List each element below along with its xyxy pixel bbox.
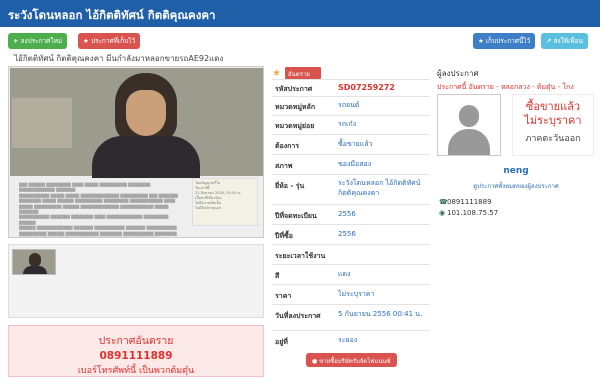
- listing-subtitle: ไอ้กิตติทัศน์ กิตติคุณคงคา มีนกำลังมาหลอ…: [14, 54, 224, 63]
- poster-ip-line: ◉ 101.108.75.57: [439, 209, 498, 217]
- poster-all-posts-link[interactable]: ดูประกาศทั้งหมดของผู้ลงประกาศ: [437, 181, 595, 191]
- poster-phone: 0891111889: [447, 198, 492, 206]
- status-box: ซื้อขายแล้ว ไม่ระบุราคา ภาคตะวันออก: [512, 94, 594, 156]
- poster-warning-links[interactable]: ประกาศนี้ อันตราย - หลอกลวง - ต้มตุ๋น - …: [437, 82, 574, 93]
- finance-contact-button[interactable]: ● ขายซื้อบริษัทรับจัดไฟแนนซ์: [306, 353, 397, 367]
- poster-section-title: ผู้ลงประกาศ: [437, 69, 479, 78]
- share-button[interactable]: ↗ ส่งให้เพื่อน: [541, 33, 588, 49]
- status-sold: ซื้อขายแล้ว: [525, 100, 581, 113]
- listing-main-photo[interactable]: ▒▒▒ ▒▒▒▒▒▒ ▒▒▒▒▒▒▒▒▒ ▒▒▒▒ ▒▒▒▒▒ ▒▒▒▒▒▒▒▒…: [8, 66, 264, 238]
- danger-warning-box: ประกาศอันตราย 0891111889 เบอร์โทรศัพท์นี…: [8, 325, 264, 377]
- newspaper-clipping-text: ▒▒▒ ▒▒▒▒▒▒ ▒▒▒▒▒▒▒▒▒ ▒▒▒▒ ▒▒▒▒▒ ▒▒▒▒▒▒▒▒…: [19, 183, 178, 236]
- clipping-sidebar: โดยปัญญาทวีไอ วันเสาร์ที่ 21 สิงหาคม 255…: [192, 178, 258, 226]
- star-icon: ★: [478, 37, 484, 45]
- detail-row-buy-year: ปีที่ซื้อ 2556: [272, 224, 430, 244]
- detail-row-reg-year: ปีที่จดทะเบียน 2556: [272, 204, 430, 224]
- save-post-button[interactable]: ★ เก็บประกาศนี้ไว้: [473, 33, 536, 49]
- star-icon: ★: [272, 68, 281, 79]
- poster-phone-line: ☎0891111889: [439, 198, 492, 206]
- detail-row-location: อยู่ที่ ระยอง: [272, 330, 430, 350]
- photo-thumbnail-strip: [8, 244, 264, 318]
- detail-row-main-category: หมวดหมู่หลัก รถยนต์: [272, 96, 430, 115]
- star-icon: ★: [83, 37, 89, 45]
- page-title: ระวังโดนหลอก ไอ้กิตติทัศน์ กิตติคุณคงคา: [8, 8, 216, 22]
- detail-row-color: สี แดง: [272, 264, 430, 284]
- sub-category-link[interactable]: รถเก๋ง: [338, 120, 430, 130]
- main-category-link[interactable]: รถยนต์: [338, 101, 430, 111]
- new-post-button[interactable]: + ลงประกาศใหม่: [8, 33, 68, 49]
- plus-icon: +: [13, 37, 19, 45]
- detail-row-condition: สภาพ ของมือสอง: [272, 154, 430, 174]
- listing-type-badge: อันตราย: [285, 67, 321, 79]
- saved-posts-button[interactable]: ★ ประกาศที่เก็บไว้: [78, 33, 141, 49]
- detail-row-brand-model: ยี่ห้อ - รุ่น ระวังโดนหลอก ไอ้กิตติทัศน์…: [272, 174, 430, 204]
- danger-note: เบอร์โทรศัพท์นี้ เป็นพวกต้มตุ๋น: [77, 366, 195, 376]
- photo-thumbnail[interactable]: [12, 249, 56, 275]
- share-icon: ↗: [546, 37, 552, 45]
- danger-phone: 0891111889: [99, 350, 173, 362]
- detail-row-usage-time: ระยะเวลาใช้งาน: [272, 244, 430, 264]
- detail-row-post-date: วันที่ลงประกาศ 5 กันยายน 2556 00:41 น.: [272, 304, 430, 330]
- page-title-bar: ระวังโดนหลอก ไอ้กิตติทัศน์ กิตติคุณคงคา: [0, 0, 600, 27]
- phone-icon: ☎: [439, 198, 448, 206]
- status-price: ไม่ระบุราคา: [524, 114, 582, 127]
- status-region: ภาคตะวันออก: [525, 134, 581, 144]
- detail-row-id: รหัสประกาศ SD07259272: [272, 79, 430, 96]
- avatar[interactable]: [437, 94, 501, 156]
- detail-row-price: ราคา ไม่ระบุราคา: [272, 284, 430, 304]
- detail-row-sub-category: หมวดหมู่ย่อย รถเก๋ง: [272, 115, 430, 134]
- detail-row-want: ต้องการ ซื้อขายแล้ว: [272, 134, 430, 154]
- globe-icon: ◉: [439, 209, 446, 217]
- poster-ip: 101.108.75.57: [447, 209, 499, 217]
- poster-name[interactable]: neng: [437, 166, 595, 176]
- danger-title: ประกาศอันตราย: [98, 335, 174, 347]
- photo-background: [10, 68, 263, 178]
